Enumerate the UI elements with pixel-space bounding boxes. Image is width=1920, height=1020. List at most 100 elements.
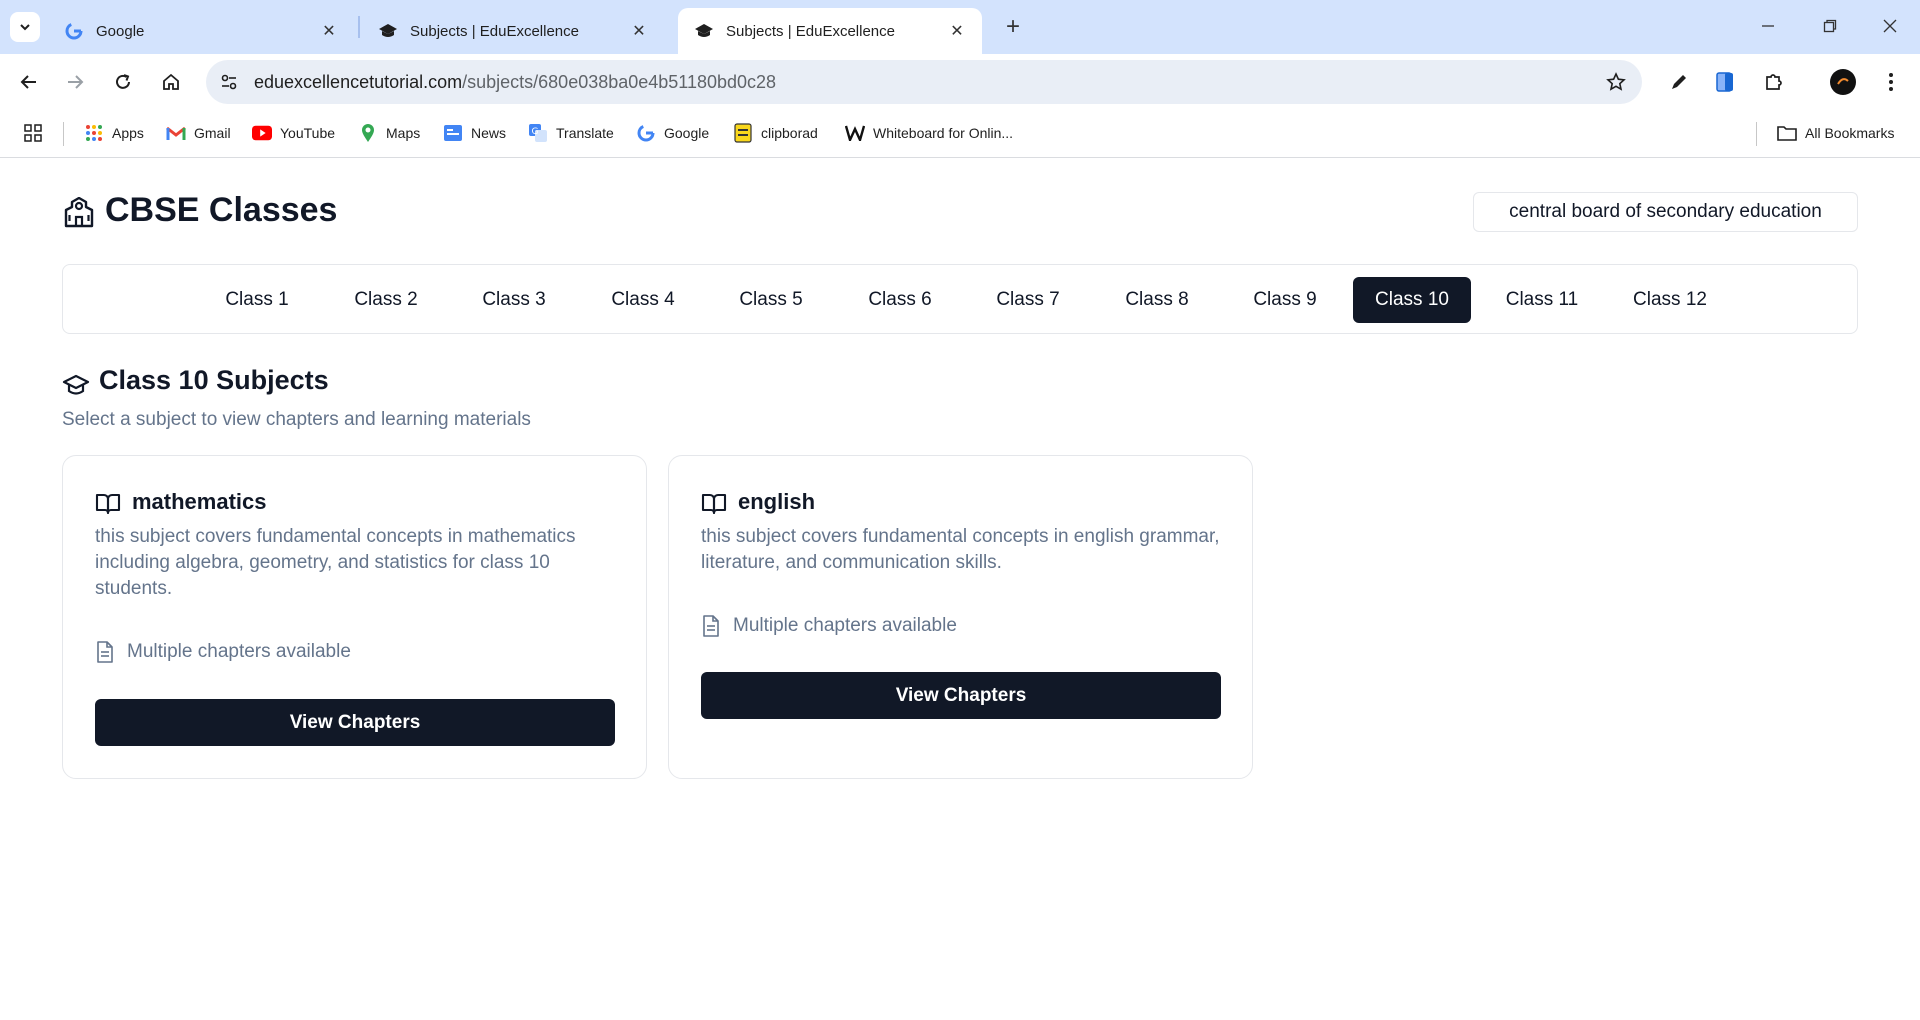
map-pin-icon (358, 123, 378, 143)
youtube-icon (252, 123, 272, 143)
address-bar[interactable]: eduexcellencetutorial.com/subjects/680e0… (206, 60, 1642, 104)
class-tab-4[interactable]: Class 4 (584, 277, 702, 323)
browser-tab-subjects[interactable]: Subjects | EduExcellence ✕ (362, 8, 664, 54)
subject-name: english (738, 489, 816, 514)
page-content: CBSE Classes central board of secondary … (0, 159, 1920, 1020)
tab-title: Subjects | EduExcellence (410, 22, 579, 40)
section-title: Class 10 Subjects (99, 365, 329, 395)
extension-app-icon[interactable] (1711, 68, 1739, 96)
clipboard-icon (733, 123, 753, 143)
close-icon[interactable]: ✕ (628, 20, 650, 42)
view-chapters-button[interactable]: View Chapters (95, 699, 615, 746)
site-info-icon[interactable] (218, 71, 240, 93)
reload-icon (116, 74, 130, 89)
bookmark-whiteboard[interactable]: Whiteboard for Onlin... (845, 123, 1013, 143)
restore-button[interactable] (1810, 8, 1850, 44)
url-host: eduexcellencetutorial.com (254, 72, 463, 92)
bookmark-label: YouTube (280, 125, 336, 141)
close-icon (1883, 19, 1897, 33)
class-tab-5[interactable]: Class 5 (712, 277, 830, 323)
whiteboard-w-icon (845, 123, 865, 143)
bookmark-gmail[interactable]: Gmail (166, 123, 231, 143)
file-text-icon (95, 641, 115, 663)
class-tab-8[interactable]: Class 8 (1098, 277, 1216, 323)
back-button[interactable] (12, 65, 46, 99)
bookmark-google[interactable]: Google (636, 123, 709, 143)
gmail-icon (166, 123, 186, 143)
class-tab-1[interactable]: Class 1 (198, 277, 316, 323)
class-tab-2[interactable]: Class 2 (327, 277, 445, 323)
bookmark-maps[interactable]: Maps (358, 123, 420, 143)
reload-button[interactable] (106, 65, 140, 99)
subject-description: this subject covers fundamental concepts… (95, 526, 576, 599)
grid-icon (23, 123, 43, 143)
tab-divider (358, 16, 360, 38)
new-tab-button[interactable]: + (998, 12, 1028, 42)
bookmark-news[interactable]: News (443, 123, 506, 143)
bookmark-clipborad[interactable]: clipborad (733, 123, 818, 143)
apps-icon (84, 123, 104, 143)
bookmark-translate[interactable]: G Translate (528, 123, 614, 143)
tab-title: Google (96, 22, 145, 40)
chevron-down-icon (20, 24, 30, 31)
close-icon[interactable]: ✕ (946, 20, 968, 42)
subject-description: this subject covers fundamental concepts… (701, 526, 1220, 573)
book-open-icon (95, 493, 121, 515)
tab-search-button[interactable] (10, 12, 40, 42)
class-tab-12[interactable]: Class 12 (1611, 277, 1729, 323)
arrow-right-icon (68, 75, 84, 89)
bookmark-label: clipborad (761, 125, 818, 141)
window-close-button[interactable] (1870, 8, 1910, 44)
bookmark-label: News (471, 125, 507, 141)
home-button[interactable] (154, 65, 188, 99)
bookmark-label: Maps (386, 125, 421, 141)
bookmarks-bar: Apps Gmail YouTube Maps News G Translate… (0, 110, 1920, 158)
url-path: /subjects/680e038ba0e4b51180bd0c28 (462, 72, 777, 92)
close-icon[interactable]: ✕ (318, 20, 340, 42)
class-tab-6[interactable]: Class 6 (841, 277, 959, 323)
extensions-puzzle-icon[interactable] (1760, 68, 1788, 96)
chapters-meta-label: Multiple chapters available (733, 615, 957, 636)
graduation-cap-icon (62, 374, 90, 395)
browser-tab-subjects-active[interactable]: Subjects | EduExcellence ✕ (678, 8, 982, 54)
bookmark-label: Gmail (194, 125, 231, 141)
graduation-cap-icon (694, 21, 714, 41)
bookmark-label: Translate (556, 125, 614, 141)
folder-icon (1777, 123, 1797, 143)
class-tab-11[interactable]: Class 11 (1483, 277, 1601, 323)
subject-card-mathematics: mathematics this subject covers fundamen… (62, 455, 647, 779)
graduation-cap-icon (378, 21, 398, 41)
svg-text:G: G (532, 127, 539, 137)
bookmark-label: All Bookmarks (1805, 125, 1895, 141)
apps-grid-button[interactable] (23, 123, 51, 143)
class-tab-3[interactable]: Class 3 (455, 277, 573, 323)
view-chapters-button[interactable]: View Chapters (701, 672, 1221, 719)
news-icon (443, 123, 463, 143)
google-icon (636, 123, 656, 143)
forward-button[interactable] (58, 65, 92, 99)
bookmark-youtube[interactable]: YouTube (252, 123, 335, 143)
star-icon[interactable] (1604, 70, 1628, 94)
minimize-button[interactable] (1748, 8, 1788, 44)
all-bookmarks-button[interactable]: All Bookmarks (1777, 123, 1894, 143)
google-icon (64, 21, 84, 41)
board-badge: central board of secondary education (1473, 192, 1858, 232)
class-tabs: Class 1 Class 2 Class 3 Class 4 Class 5 … (62, 264, 1858, 334)
class-tab-10[interactable]: Class 10 (1353, 277, 1471, 323)
bookmark-apps[interactable]: Apps (84, 123, 144, 143)
page-title: CBSE Classes (105, 191, 338, 229)
tab-title: Subjects | EduExcellence (726, 22, 895, 40)
class-tab-7[interactable]: Class 7 (969, 277, 1087, 323)
bookmarks-divider (1756, 122, 1757, 146)
pen-icon[interactable] (1665, 68, 1693, 96)
restore-icon (1823, 19, 1837, 33)
school-building-icon (64, 197, 94, 228)
class-tab-9[interactable]: Class 9 (1226, 277, 1344, 323)
arrow-left-icon (20, 75, 36, 89)
bookmarks-divider (63, 122, 64, 146)
url-text: eduexcellencetutorial.com/subjects/680e0… (254, 72, 776, 93)
menu-kebab-icon[interactable] (1877, 68, 1905, 96)
browser-tab-google[interactable]: Google ✕ (48, 8, 354, 54)
subject-card-english: english this subject covers fundamental … (668, 455, 1253, 779)
avatar[interactable] (1829, 68, 1857, 96)
